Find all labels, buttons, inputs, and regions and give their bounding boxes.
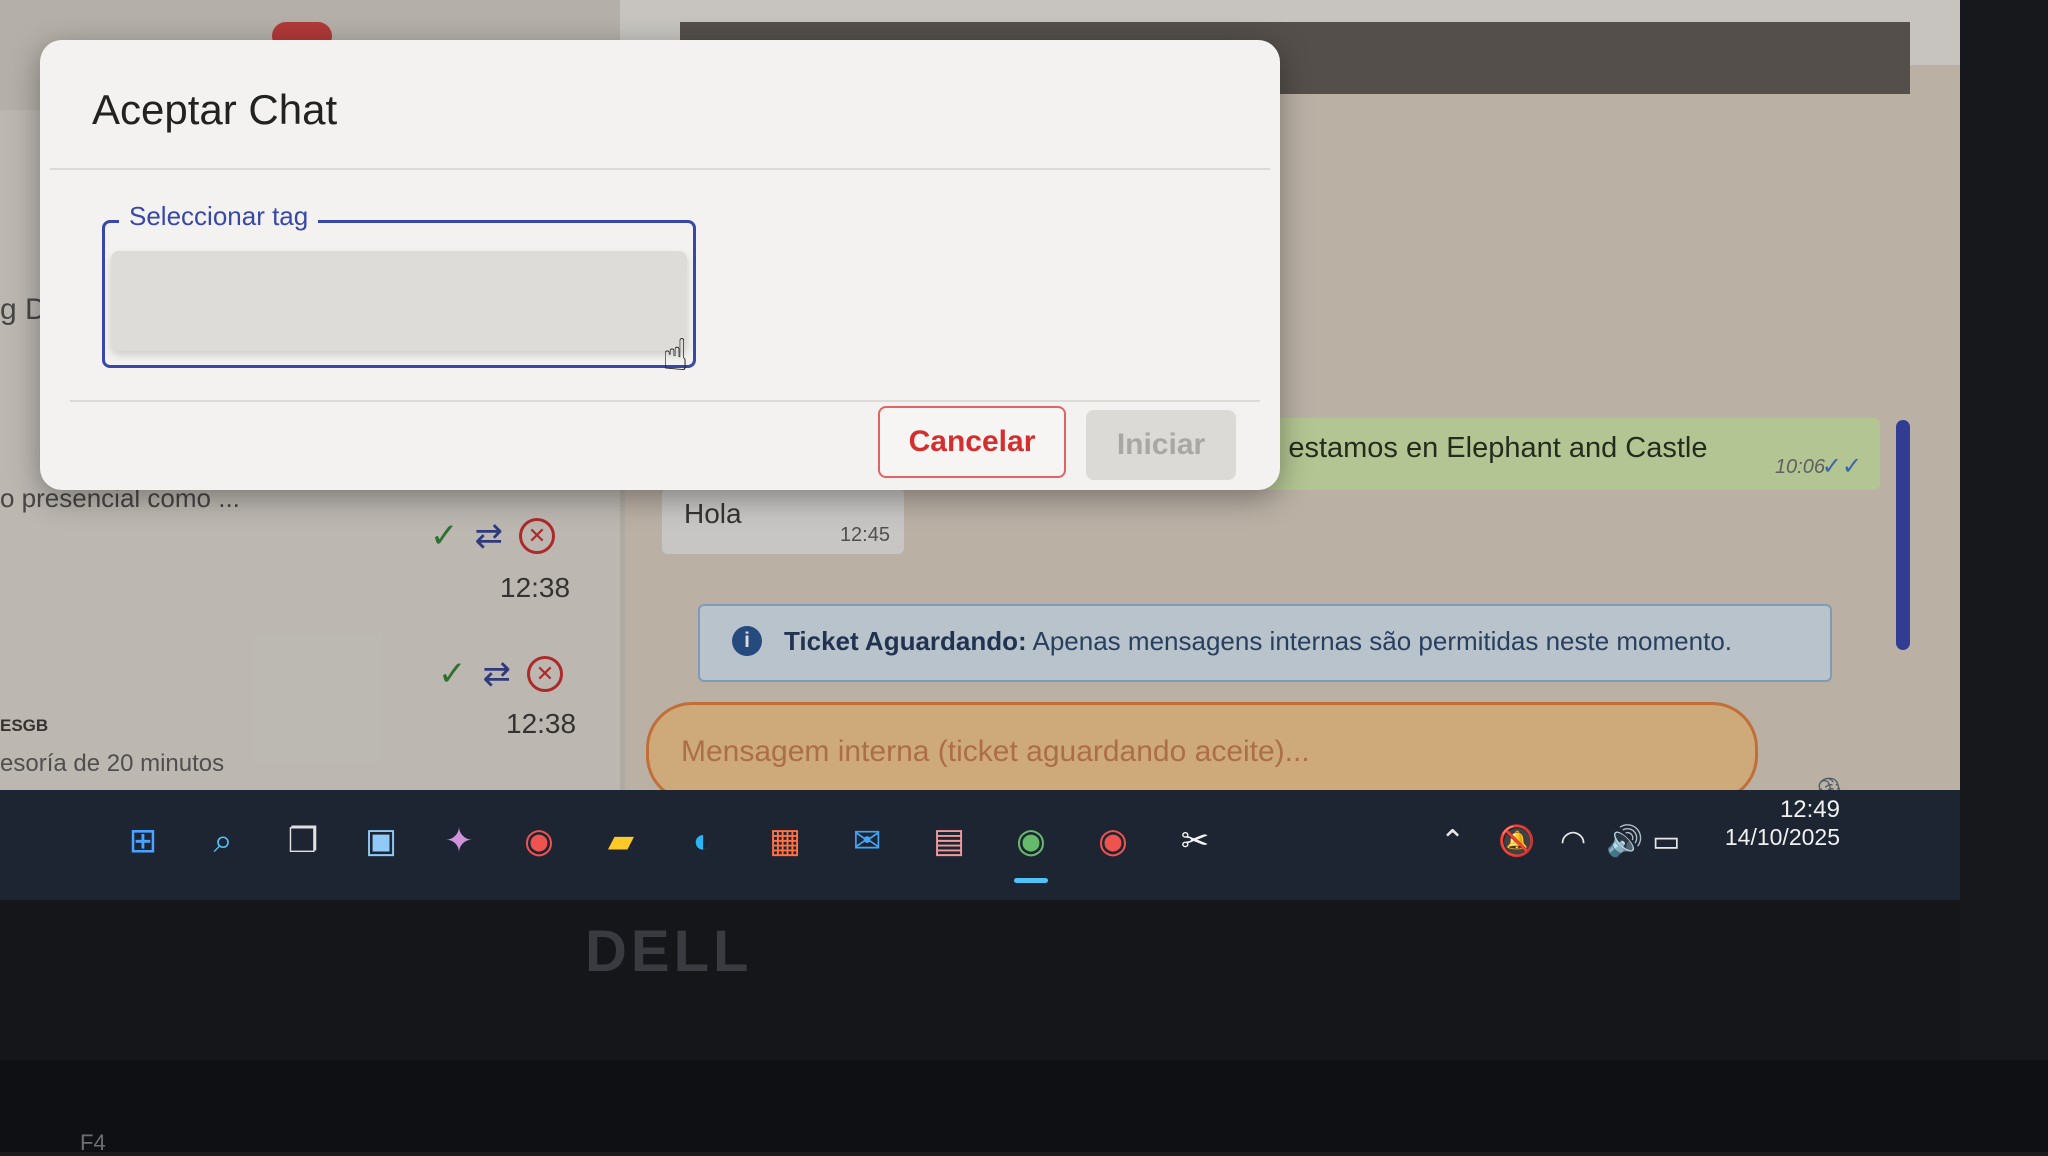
search-icon[interactable]: ⌕ (196, 814, 250, 868)
f4-key: F4 (80, 1130, 106, 1155)
volume-icon[interactable]: 🔊 (1606, 824, 1643, 859)
windows-start-icon[interactable]: ⊞ (116, 814, 170, 868)
chrome-icon[interactable]: ◉ (512, 814, 566, 868)
divider (70, 400, 1260, 402)
clock-date: 14/10/2025 (1724, 824, 1840, 850)
capcut-icon[interactable]: ✂ (1168, 814, 1222, 868)
wifi-icon[interactable]: ◠ (1560, 824, 1586, 859)
tag-select-field: Seleccionar tag (102, 201, 696, 368)
file-explorer-icon[interactable]: ▰ (594, 814, 648, 868)
task-view-icon[interactable]: ❐ (276, 814, 330, 868)
keyboard (0, 1060, 2048, 1152)
laptop-bezel-right (1960, 0, 2048, 1152)
edge-icon[interactable]: ◐ (676, 814, 730, 868)
photos-icon[interactable]: ▤ (922, 814, 976, 868)
active-app-indicator (1014, 878, 1048, 883)
tag-select-dropdown[interactable] (111, 251, 687, 351)
dell-logo: DELL (585, 919, 753, 984)
chrome-profile-icon[interactable]: ◉ (1086, 814, 1140, 868)
microsoft-store-icon[interactable]: ▦ (758, 814, 812, 868)
dialog-title: Aceptar Chat (92, 86, 338, 133)
system-clock[interactable]: 12:49 14/10/2025 (1710, 796, 1840, 851)
divider (50, 168, 1270, 170)
chrome-active-icon[interactable]: ◉ (1004, 814, 1058, 868)
laptop-screen: g Dig o presencial como ... ✓ ⇄ ✕ 12:38 … (0, 0, 1960, 900)
chevron-up-icon[interactable]: ⌃ (1440, 824, 1465, 859)
notifications-off-icon[interactable]: 🔕 (1498, 824, 1535, 859)
widgets-icon[interactable]: ▣ (354, 814, 408, 868)
battery-icon[interactable]: ▭ (1652, 824, 1680, 859)
tag-select-label: Seleccionar tag (119, 201, 319, 232)
copilot-icon[interactable]: ✦ (432, 814, 486, 868)
clock-time: 12:49 (1779, 796, 1840, 823)
accept-chat-dialog: Aceptar Chat Seleccionar tag ☝ Cancelar … (40, 40, 1280, 490)
windows-taskbar: ⊞ ⌕ ❐ ▣ ✦ ◉ ▰ ◐ ▦ ✉ ▤ ◉ ◉ ✂ ⌃ 🔕 ◠ 🔊 ▭ 12… (0, 790, 1960, 900)
start-button[interactable]: Iniciar (1086, 410, 1236, 480)
mail-icon[interactable]: ✉ (840, 814, 894, 868)
cancel-button[interactable]: Cancelar (878, 406, 1066, 478)
hand-pointer-cursor-icon: ☝ (662, 331, 689, 380)
